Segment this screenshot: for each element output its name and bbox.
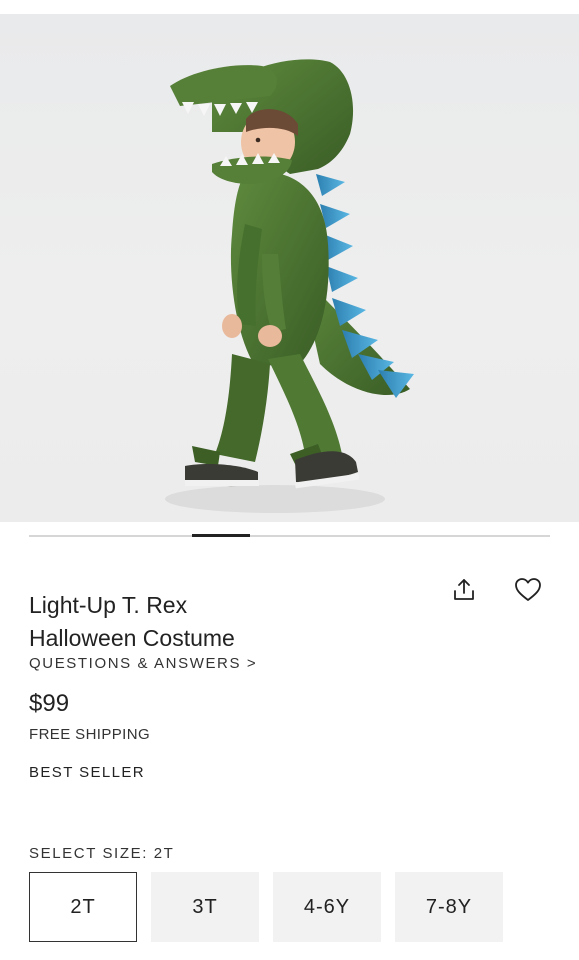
trex-costume-illustration xyxy=(165,59,414,513)
best-seller-badge: BEST SELLER xyxy=(29,764,146,781)
share-icon xyxy=(454,579,474,600)
product-price: $99 xyxy=(29,690,70,717)
carousel-progress-track[interactable] xyxy=(29,534,550,537)
size-option-3t[interactable]: 3T xyxy=(151,872,259,942)
heart-icon xyxy=(515,578,541,601)
size-options: 2T 3T 4-6Y 7-8Y xyxy=(29,872,503,942)
size-option-2t[interactable]: 2T xyxy=(29,872,137,942)
questions-answers-link[interactable]: QUESTIONS & ANSWERS > xyxy=(29,655,257,672)
favorite-button[interactable] xyxy=(512,574,544,606)
size-option-4-6y[interactable]: 4-6Y xyxy=(273,872,381,942)
shipping-info: FREE SHIPPING xyxy=(29,726,151,743)
carousel-progress-indicator xyxy=(192,534,250,537)
product-title: Light-Up T. Rex Halloween Costume xyxy=(29,589,429,655)
select-size-label: SELECT SIZE: 2T xyxy=(29,845,175,862)
product-image[interactable] xyxy=(0,14,579,522)
product-title-line-2: Halloween Costume xyxy=(29,625,235,652)
share-button[interactable] xyxy=(448,574,480,606)
size-option-7-8y[interactable]: 7-8Y xyxy=(395,872,503,942)
product-title-line-1: Light-Up T. Rex xyxy=(29,592,188,619)
